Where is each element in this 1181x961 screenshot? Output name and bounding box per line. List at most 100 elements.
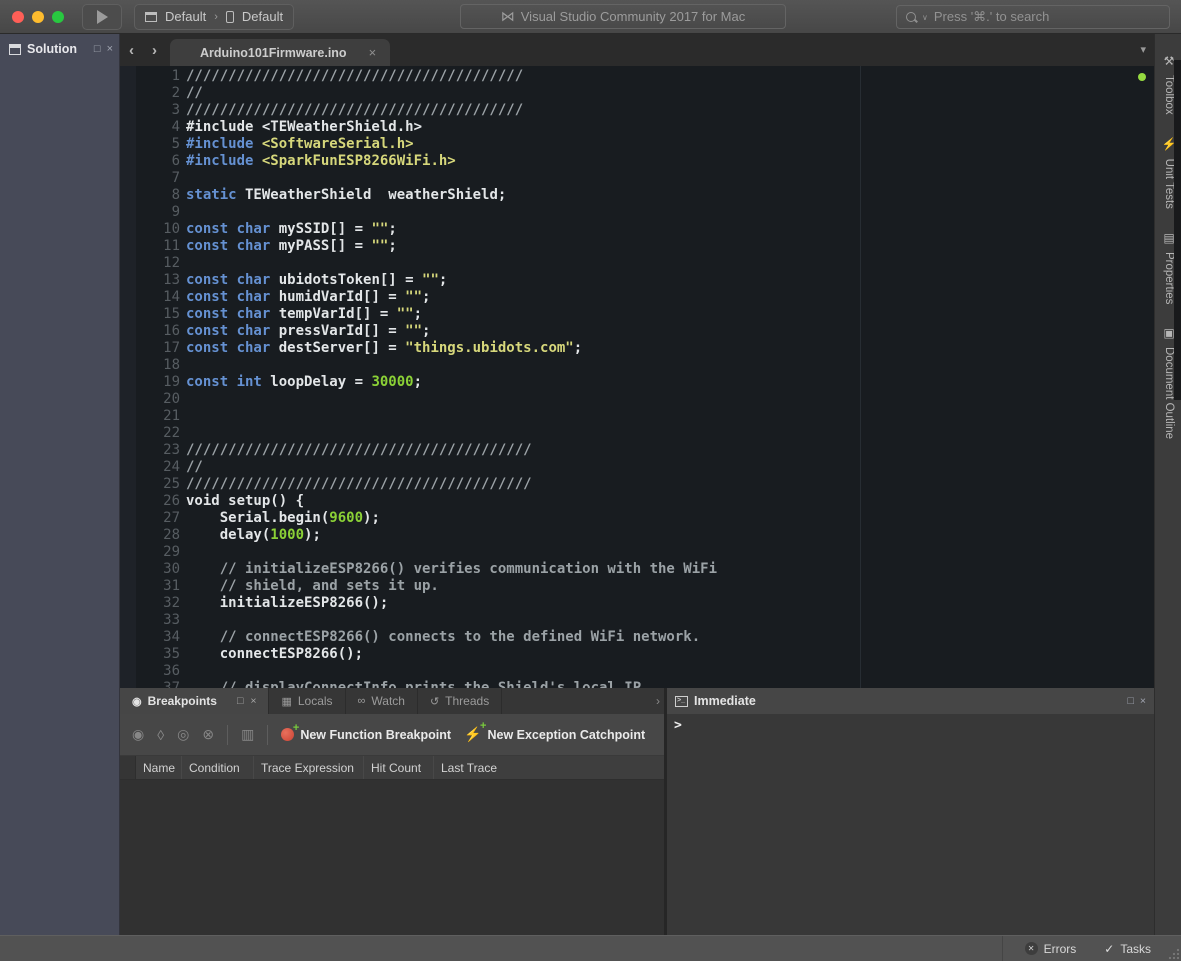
code-line[interactable]: 4#include <TEWeatherShield.h> [120, 119, 1154, 136]
code-text: #include <SoftwareSerial.h> [186, 136, 414, 153]
code-line[interactable]: 14const char humidVarId[] = ""; [120, 289, 1154, 306]
tab-title: Arduino101Firmware.ino [200, 46, 347, 60]
column-trace-expression[interactable]: Trace Expression [254, 756, 364, 779]
code-line[interactable]: 2// [120, 85, 1154, 102]
tab-list-dropdown-icon[interactable]: ▾ [1140, 43, 1146, 56]
device-icon [226, 11, 234, 23]
resize-grip[interactable] [1168, 948, 1180, 960]
new-breakpoint-icon[interactable]: ◉ [132, 726, 144, 743]
code-line[interactable]: 31 // shield, and sets it up. [120, 578, 1154, 595]
code-line[interactable]: 18 [120, 357, 1154, 374]
run-button[interactable] [82, 4, 122, 30]
code-line[interactable]: 20 [120, 391, 1154, 408]
line-number: 13 [120, 272, 186, 289]
code-line[interactable]: 12 [120, 255, 1154, 272]
code-line[interactable]: 33 [120, 612, 1154, 629]
line-number: 24 [120, 459, 186, 476]
code-text: const char destServer[] = "things.ubidot… [186, 340, 582, 357]
code-line[interactable]: 25//////////////////////////////////////… [120, 476, 1154, 493]
close-tab-icon[interactable]: × [369, 45, 377, 60]
code-text: const char myPASS[] = ""; [186, 238, 397, 255]
code-line[interactable]: 16const char pressVarId[] = ""; [120, 323, 1154, 340]
code-line[interactable]: 19const int loopDelay = 30000; [120, 374, 1154, 391]
dock-icon[interactable]: □ [1128, 695, 1134, 707]
immediate-console-input[interactable]: > [667, 714, 1154, 733]
code-line[interactable]: 30 // initializeESP8266() verifies commu… [120, 561, 1154, 578]
tasks-button[interactable]: ✓ Tasks [1104, 942, 1151, 956]
tab-locals[interactable]: ▦ Locals [269, 688, 345, 714]
code-line[interactable]: 13const char ubidotsToken[] = ""; [120, 272, 1154, 289]
errors-button[interactable]: ✕ Errors [1025, 942, 1077, 956]
locals-icon: ▦ [281, 695, 291, 708]
navigate-back-button[interactable]: ‹ [129, 42, 134, 59]
line-number: 19 [120, 374, 186, 391]
code-line[interactable]: 22 [120, 425, 1154, 442]
code-editor[interactable]: 1///////////////////////////////////////… [120, 66, 1154, 688]
line-number: 27 [120, 510, 186, 527]
code-line[interactable]: 6#include <SparkFunESP8266WiFi.h> [120, 153, 1154, 170]
code-line[interactable]: 29 [120, 544, 1154, 561]
code-line[interactable]: 27 Serial.begin(9600); [120, 510, 1154, 527]
close-window-button[interactable] [12, 11, 24, 23]
code-text: #include <TEWeatherShield.h> [186, 119, 422, 136]
code-line[interactable]: 5#include <SoftwareSerial.h> [120, 136, 1154, 153]
code-health-indicator [1138, 73, 1146, 81]
code-line[interactable]: 8static TEWeatherShield weatherShield; [120, 187, 1154, 204]
immediate-icon: >_ [675, 696, 688, 707]
code-line[interactable]: 3///////////////////////////////////////… [120, 102, 1154, 119]
code-line[interactable]: 11const char myPASS[] = ""; [120, 238, 1154, 255]
code-line[interactable]: 10const char mySSID[] = ""; [120, 221, 1154, 238]
code-area[interactable]: 1///////////////////////////////////////… [120, 66, 1154, 688]
column-hit-count[interactable]: Hit Count [364, 756, 434, 779]
column-last-trace[interactable]: Last Trace [434, 756, 664, 779]
code-line[interactable]: 23//////////////////////////////////////… [120, 442, 1154, 459]
code-line[interactable]: 1///////////////////////////////////////… [120, 68, 1154, 85]
column-name[interactable]: Name [136, 756, 182, 779]
code-line[interactable]: 28 delay(1000); [120, 527, 1154, 544]
new-exception-catchpoint-button[interactable]: ⚡ New Exception Catchpoint [464, 726, 645, 743]
close-icon[interactable]: × [250, 695, 256, 707]
tab-watch[interactable]: ∞ Watch [346, 688, 418, 714]
code-line[interactable]: 32 initializeESP8266(); [120, 595, 1154, 612]
tab-arduino101firmware[interactable]: Arduino101Firmware.ino × [170, 39, 390, 66]
immediate-title: Immediate [694, 694, 756, 708]
remove-all-breakpoints-icon[interactable]: ⊗ [202, 726, 214, 743]
line-number: 29 [120, 544, 186, 561]
clear-breakpoints-icon[interactable]: ◊ [157, 727, 164, 743]
columns-options-icon[interactable]: ▥ [241, 726, 254, 743]
code-line[interactable]: 34 // connectESP8266() connects to the d… [120, 629, 1154, 646]
code-line[interactable]: 21 [120, 408, 1154, 425]
tab-breakpoints[interactable]: ◉ Breakpoints □ × [120, 688, 269, 714]
code-line[interactable]: 7 [120, 170, 1154, 187]
tab-overflow-icon[interactable]: › [656, 694, 660, 708]
code-line[interactable]: 15const char tempVarId[] = ""; [120, 306, 1154, 323]
code-line[interactable]: 24// [120, 459, 1154, 476]
line-number: 20 [120, 391, 186, 408]
minimize-window-button[interactable] [32, 11, 44, 23]
tab-threads[interactable]: ↺ Threads [418, 688, 502, 714]
search-input[interactable]: ∨ Press '⌘.' to search [896, 5, 1170, 29]
line-number: 35 [120, 646, 186, 663]
window-title-bar: Default › Default ⋈ Visual Studio Commun… [0, 0, 1181, 34]
line-number: 16 [120, 323, 186, 340]
navigate-forward-button[interactable]: › [152, 42, 157, 59]
code-line[interactable]: 35 connectESP8266(); [120, 646, 1154, 663]
code-line[interactable]: 26void setup() { [120, 493, 1154, 510]
disable-all-breakpoints-icon[interactable]: ◎ [177, 726, 189, 743]
code-line[interactable]: 36 [120, 663, 1154, 680]
close-icon[interactable]: × [107, 43, 113, 55]
line-number: 12 [120, 255, 186, 272]
code-text: // [186, 459, 203, 476]
code-line[interactable]: 37 // displayConnectInfo prints the Shie… [120, 680, 1154, 688]
code-line[interactable]: 17const char destServer[] = "things.ubid… [120, 340, 1154, 357]
dock-icon[interactable]: □ [94, 43, 101, 55]
dock-icon[interactable]: □ [237, 695, 243, 707]
status-bar: ✕ Errors ✓ Tasks [0, 935, 1181, 961]
scrollbar[interactable] [1174, 60, 1181, 400]
close-icon[interactable]: × [1140, 695, 1146, 707]
zoom-window-button[interactable] [52, 11, 64, 23]
column-condition[interactable]: Condition [182, 756, 254, 779]
build-configuration-selector[interactable]: Default › Default [134, 4, 294, 30]
code-line[interactable]: 9 [120, 204, 1154, 221]
new-function-breakpoint-button[interactable]: New Function Breakpoint [281, 728, 451, 742]
